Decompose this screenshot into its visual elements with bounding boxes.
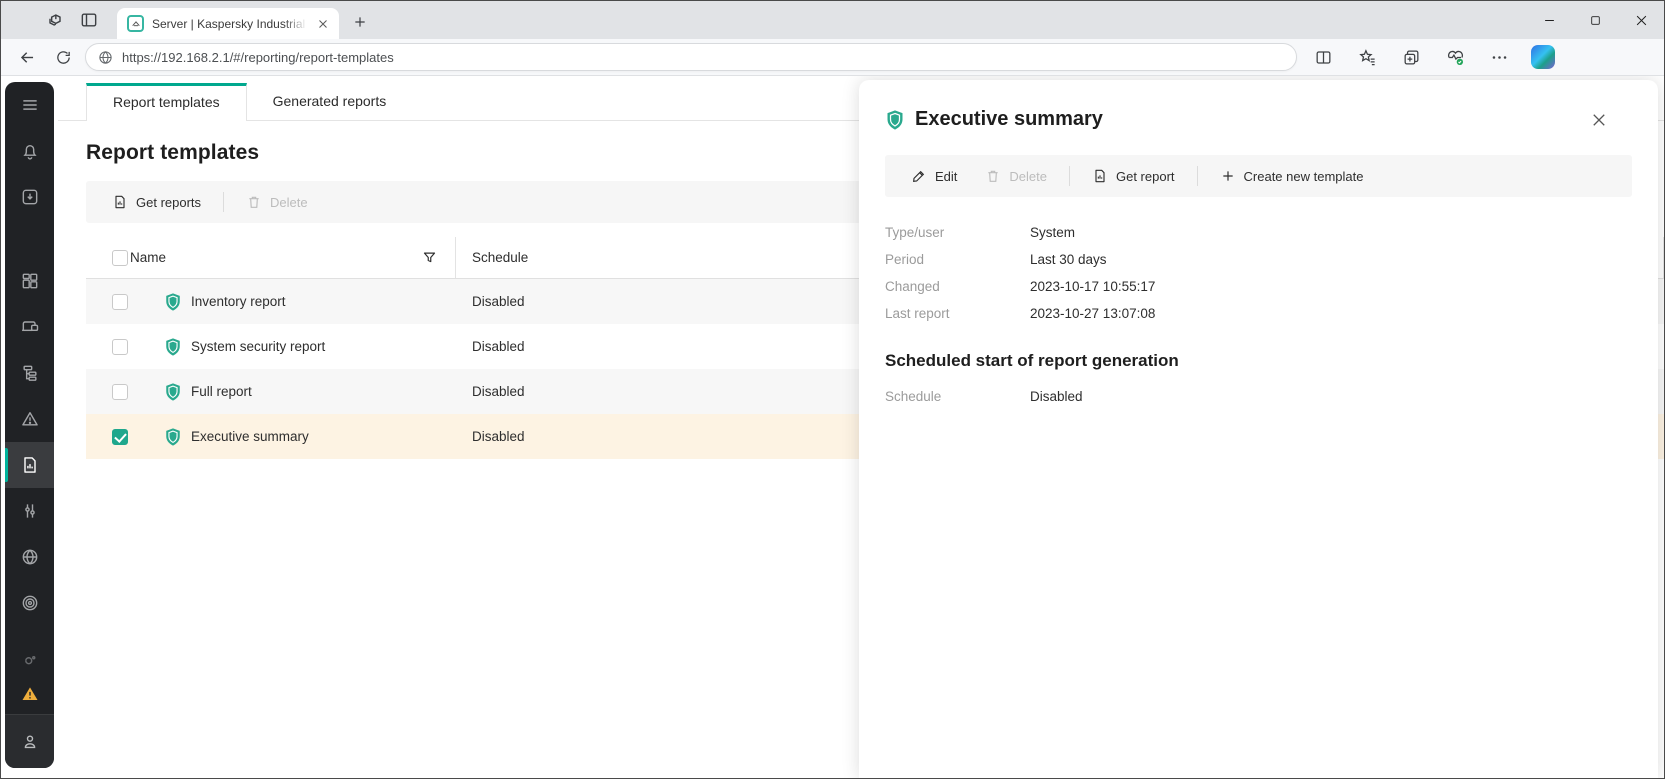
shield-icon	[885, 109, 905, 131]
delete-button[interactable]: Delete	[234, 187, 320, 217]
template-schedule: Disabled	[472, 429, 525, 444]
column-header-name: Name	[130, 250, 422, 265]
refresh-icon[interactable]	[49, 43, 77, 71]
url-text: https://192.168.2.1/#/reporting/report-t…	[122, 50, 394, 65]
schedule-row: Schedule Disabled	[885, 383, 1632, 410]
tab-report-templates[interactable]: Report templates	[86, 83, 247, 121]
assets-monitor-icon[interactable]	[5, 304, 54, 350]
panel-delete-label: Delete	[1009, 169, 1047, 184]
row-checkbox[interactable]	[112, 339, 128, 355]
delete-label: Delete	[270, 195, 308, 210]
get-reports-button[interactable]: Get reports	[100, 187, 213, 217]
license-warning-icon[interactable]	[5, 674, 54, 714]
app-sidebar	[5, 82, 54, 768]
row-checkbox[interactable]	[112, 384, 128, 400]
events-warning-icon[interactable]	[5, 396, 54, 442]
user-account-icon[interactable]	[5, 714, 54, 768]
close-window-button[interactable]	[1618, 1, 1664, 39]
reports-document-icon[interactable]	[5, 442, 54, 488]
network-tree-icon[interactable]	[5, 350, 54, 396]
schedule-label: Schedule	[885, 389, 1030, 404]
detail-value: Last 30 days	[1030, 252, 1632, 267]
detail-label: Period	[885, 252, 1030, 267]
template-name: System security report	[191, 339, 325, 354]
browser-navbar: https://192.168.2.1/#/reporting/report-t…	[1, 39, 1664, 76]
collections-icon[interactable]	[1399, 43, 1423, 71]
favorites-star-icon[interactable]	[1355, 43, 1379, 71]
create-new-template-label: Create new template	[1244, 169, 1364, 184]
detail-row: Type/user System	[885, 219, 1632, 246]
tab-close-icon[interactable]	[315, 16, 331, 32]
edit-label: Edit	[935, 169, 957, 184]
get-reports-label: Get reports	[136, 195, 201, 210]
row-checkbox[interactable]	[112, 294, 128, 310]
address-bar[interactable]: https://192.168.2.1/#/reporting/report-t…	[85, 43, 1297, 71]
site-info-globe-icon[interactable]	[98, 50, 113, 65]
tab-generated-reports[interactable]: Generated reports	[247, 83, 413, 120]
get-report-button[interactable]: Get report	[1080, 161, 1187, 191]
minimize-button[interactable]	[1526, 1, 1572, 39]
site-favicon	[127, 15, 144, 32]
partial-key-icon[interactable]	[5, 644, 54, 674]
toolbar-separator	[1069, 166, 1070, 186]
detail-row: Period Last 30 days	[885, 246, 1632, 273]
close-panel-icon[interactable]	[1588, 109, 1610, 131]
notifications-bell-icon[interactable]	[5, 128, 54, 174]
detail-label: Type/user	[885, 225, 1030, 240]
detail-value: 2023-10-27 13:07:08	[1030, 306, 1632, 321]
maximize-button[interactable]	[1572, 1, 1618, 39]
shield-icon	[164, 382, 182, 402]
template-schedule: Disabled	[472, 384, 525, 399]
template-schedule: Disabled	[472, 294, 525, 309]
toolbar-separator	[1197, 166, 1198, 186]
detail-row: Last report 2023-10-27 13:07:08	[885, 300, 1632, 327]
select-all-checkbox[interactable]	[112, 250, 128, 266]
detail-value: System	[1030, 225, 1632, 240]
browser-tab[interactable]: Server | Kaspersky Industrial Cybe	[117, 8, 339, 39]
browser-essentials-icon[interactable]	[1443, 43, 1467, 71]
tab-title: Server | Kaspersky Industrial Cybe	[152, 17, 307, 31]
detail-row: Changed 2023-10-17 10:55:17	[885, 273, 1632, 300]
template-name: Inventory report	[191, 294, 286, 309]
row-checkbox-checked[interactable]	[112, 429, 128, 445]
app-page: Report templates Generated reports Repor…	[1, 76, 1664, 778]
detail-value: 2023-10-17 10:55:17	[1030, 279, 1632, 294]
back-icon[interactable]	[13, 43, 41, 71]
shield-icon	[164, 292, 182, 312]
detail-label: Last report	[885, 306, 1030, 321]
shield-icon	[164, 427, 182, 447]
detail-label: Changed	[885, 279, 1030, 294]
template-name: Executive summary	[191, 429, 309, 444]
shield-icon	[164, 337, 182, 357]
downloads-tray-icon[interactable]	[5, 174, 54, 220]
create-new-template-button[interactable]: Create new template	[1208, 161, 1376, 191]
audit-target-icon[interactable]	[5, 580, 54, 626]
settings-ellipsis-icon[interactable]	[1487, 43, 1511, 71]
browser-window: Server | Kaspersky Industrial Cybe	[0, 0, 1665, 779]
template-details: Type/user System Period Last 30 days Cha…	[885, 219, 1632, 327]
detail-panel: Executive summary Edit Delete Get repor	[859, 80, 1658, 778]
schedule-value: Disabled	[1030, 389, 1632, 404]
schedule-section-title: Scheduled start of report generation	[885, 351, 1632, 371]
menu-icon[interactable]	[5, 82, 54, 128]
browser-titlebar: Server | Kaspersky Industrial Cybe	[1, 1, 1664, 39]
network-map-globe-icon[interactable]	[5, 534, 54, 580]
panel-toolbar: Edit Delete Get report Create new templa…	[885, 155, 1632, 197]
dashboard-grid-icon[interactable]	[5, 258, 54, 304]
edit-button[interactable]: Edit	[899, 161, 969, 191]
template-name: Full report	[191, 384, 252, 399]
name-filter-funnel-icon[interactable]	[422, 250, 437, 265]
settings-sliders-icon[interactable]	[5, 488, 54, 534]
toolbar-separator	[223, 192, 224, 212]
split-screen-icon[interactable]	[1311, 43, 1335, 71]
new-tab-button[interactable]	[347, 9, 373, 35]
copilot-icon[interactable]	[1531, 45, 1555, 69]
workspaces-icon[interactable]	[45, 10, 65, 30]
panel-title: Executive summary	[915, 108, 1578, 131]
tab-actions-icon[interactable]	[79, 10, 99, 30]
get-report-label: Get report	[1116, 169, 1175, 184]
panel-delete-button[interactable]: Delete	[973, 161, 1059, 191]
template-schedule: Disabled	[472, 339, 525, 354]
